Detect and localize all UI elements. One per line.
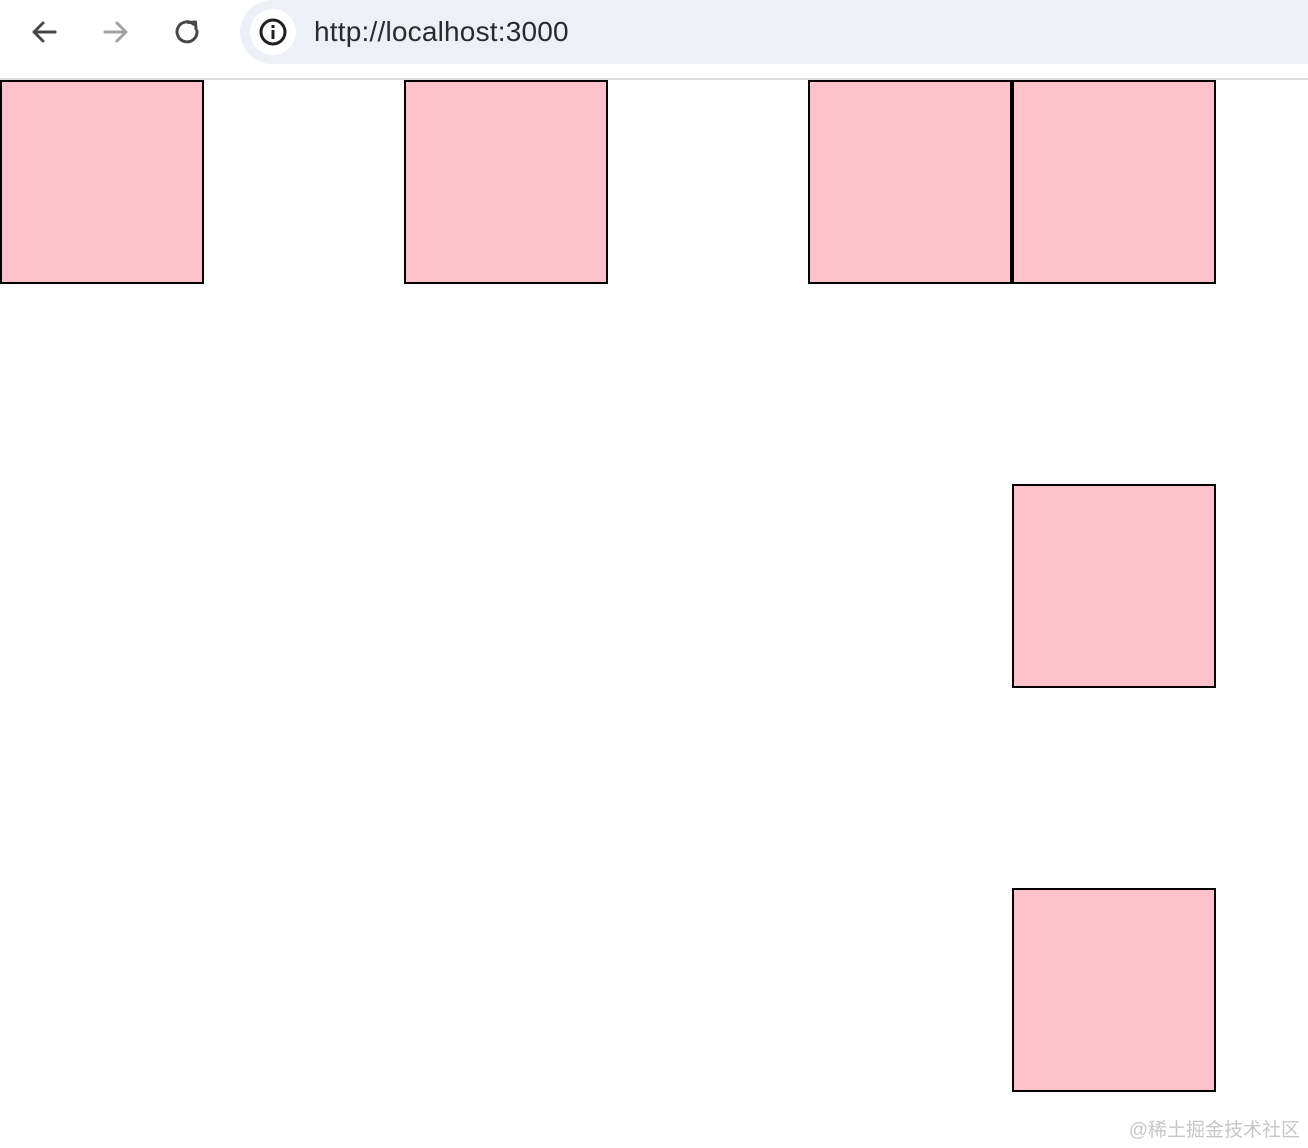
browser-toolbar: http://localhost:3000 xyxy=(0,0,1308,80)
pink-box-6 xyxy=(1012,888,1216,1092)
info-icon xyxy=(259,18,287,46)
pink-box-4 xyxy=(1012,80,1216,284)
pink-box-2 xyxy=(404,80,608,284)
reload-icon xyxy=(175,20,199,44)
pink-box-5 xyxy=(1012,484,1216,688)
pink-box-1 xyxy=(0,80,204,284)
page-viewport xyxy=(0,80,1308,1148)
url-text[interactable]: http://localhost:3000 xyxy=(314,14,569,50)
arrow-left-icon xyxy=(32,21,57,43)
address-bar[interactable]: http://localhost:3000 xyxy=(240,0,1308,64)
reload-button[interactable] xyxy=(168,12,208,52)
watermark-text: @稀土掘金技术社区 xyxy=(1128,1120,1300,1141)
arrow-right-icon xyxy=(103,21,128,43)
forward-button[interactable] xyxy=(96,12,136,52)
back-button[interactable] xyxy=(24,12,64,52)
pink-box-3 xyxy=(808,80,1012,284)
site-info-button[interactable] xyxy=(250,9,296,55)
